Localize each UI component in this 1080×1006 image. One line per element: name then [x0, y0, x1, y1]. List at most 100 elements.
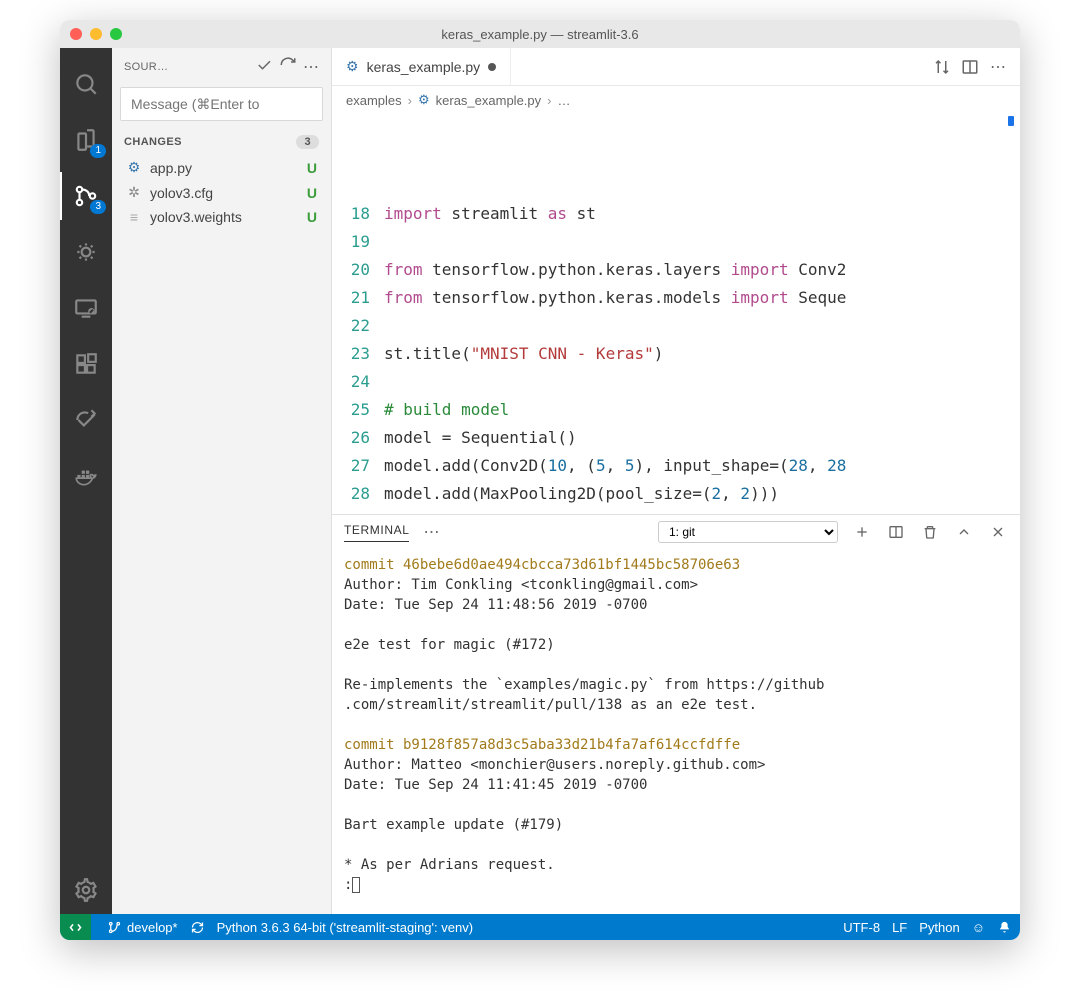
branch-name: develop*	[127, 920, 178, 935]
status-python[interactable]: Python 3.6.3 64-bit ('streamlit-staging'…	[217, 920, 473, 935]
line-number: 18	[332, 200, 384, 228]
code-line[interactable]: 19	[332, 228, 1020, 256]
code-editor[interactable]: 18import streamlit as st1920from tensorf…	[332, 114, 1020, 514]
activity-remote[interactable]	[60, 284, 112, 332]
activity-settings[interactable]	[60, 866, 112, 914]
file-status: U	[307, 209, 317, 225]
close-panel-icon[interactable]	[988, 522, 1008, 542]
status-encoding[interactable]: UTF-8	[843, 920, 880, 935]
vscode-window: keras_example.py — streamlit-3.6 1 3	[60, 20, 1020, 940]
code-line[interactable]: 20from tensorflow.python.keras.layers im…	[332, 256, 1020, 284]
compare-changes-icon[interactable]	[928, 53, 956, 81]
file-name: yolov3.cfg	[150, 185, 299, 201]
new-terminal-icon[interactable]	[852, 522, 872, 542]
breadcrumb-seg[interactable]: keras_example.py	[436, 93, 542, 108]
line-number: 20	[332, 256, 384, 284]
code-line[interactable]: 22	[332, 312, 1020, 340]
code-line[interactable]: 21from tensorflow.python.keras.models im…	[332, 284, 1020, 312]
status-eol[interactable]: LF	[892, 920, 907, 935]
tab-keras-example[interactable]: ⚙ keras_example.py	[332, 48, 511, 85]
activity-docker[interactable]	[60, 452, 112, 500]
editor-group: ⚙ keras_example.py ⋯ examples › ⚙ keras_…	[332, 48, 1020, 914]
line-number: 27	[332, 452, 384, 480]
more-icon[interactable]: ⋯	[303, 57, 319, 77]
file-status: U	[307, 160, 317, 176]
terminal-line: .com/streamlit/streamlit/pull/138 as an …	[344, 695, 1008, 715]
code-line[interactable]: 24	[332, 368, 1020, 396]
line-number: 22	[332, 312, 384, 340]
changes-label: CHANGES	[124, 136, 182, 148]
code-line[interactable]: 18import streamlit as st	[332, 200, 1020, 228]
code-line[interactable]: 25# build model	[332, 396, 1020, 424]
split-editor-icon[interactable]	[956, 53, 984, 81]
chevron-right-icon: ›	[408, 93, 412, 108]
commit-message-input[interactable]	[120, 87, 323, 121]
activity-search[interactable]	[60, 60, 112, 108]
line-number: 25	[332, 396, 384, 424]
status-remote[interactable]	[60, 914, 91, 940]
editor-tabs: ⚙ keras_example.py ⋯	[332, 48, 1020, 86]
activity-explorer[interactable]: 1	[60, 116, 112, 164]
changes-section-header[interactable]: CHANGES 3	[112, 129, 331, 155]
terminal-select[interactable]: 1: git	[658, 521, 838, 543]
line-number: 29	[332, 508, 384, 514]
kill-terminal-icon[interactable]	[920, 522, 940, 542]
activity-debug[interactable]	[60, 228, 112, 276]
terminal-line	[344, 615, 1008, 635]
status-branch[interactable]: develop*	[107, 920, 178, 935]
line-number: 21	[332, 284, 384, 312]
cursor-icon	[352, 877, 360, 893]
sidebar-header: SOUR… ⋯	[112, 48, 331, 83]
breadcrumb-seg[interactable]: …	[557, 93, 570, 108]
panel-more-icon[interactable]: ⋯	[423, 522, 439, 542]
minimap-indicator[interactable]	[1008, 116, 1014, 126]
terminal-line: Date: Tue Sep 24 11:48:56 2019 -0700	[344, 595, 1008, 615]
maximize-panel-icon[interactable]	[954, 522, 974, 542]
terminal-line: Author: Matteo <monchier@users.noreply.g…	[344, 755, 1008, 775]
code-line[interactable]: 27model.add(Conv2D(10, (5, 5), input_sha…	[332, 452, 1020, 480]
sidebar-title: SOUR…	[124, 61, 249, 73]
editor-more-icon[interactable]: ⋯	[984, 53, 1012, 81]
activity-extensions[interactable]	[60, 340, 112, 388]
status-sync[interactable]	[190, 920, 205, 935]
activity-scm[interactable]: 3	[60, 172, 112, 220]
changed-file[interactable]: ⚙app.pyU	[112, 155, 331, 180]
explorer-badge: 1	[90, 144, 106, 158]
terminal[interactable]: commit 46bebe6d0ae494cbcca73d61bf1445bc5…	[332, 549, 1020, 914]
changed-file[interactable]: ✲yolov3.cfgU	[112, 180, 331, 205]
split-terminal-icon[interactable]	[886, 522, 906, 542]
terminal-line	[344, 715, 1008, 735]
refresh-icon[interactable]	[279, 56, 297, 77]
code-line[interactable]: 23st.title("MNIST CNN - Keras")	[332, 340, 1020, 368]
status-language[interactable]: Python	[919, 920, 959, 935]
activity-bar: 1 3	[60, 48, 112, 914]
terminal-line: e2e test for magic (#172)	[344, 635, 1008, 655]
terminal-line: commit 46bebe6d0ae494cbcca73d61bf1445bc5…	[344, 555, 1008, 575]
scm-badge: 3	[90, 200, 106, 214]
breadcrumb-seg[interactable]: examples	[346, 93, 402, 108]
code-line[interactable]: 29model.add(Flatten())	[332, 508, 1020, 514]
breadcrumb[interactable]: examples › ⚙ keras_example.py › …	[332, 86, 1020, 114]
status-bell-icon[interactable]	[997, 920, 1012, 935]
line-number: 26	[332, 424, 384, 452]
changes-count: 3	[296, 135, 319, 149]
line-number: 28	[332, 480, 384, 508]
code-line[interactable]: 26model = Sequential()	[332, 424, 1020, 452]
activity-liveshare[interactable]	[60, 396, 112, 444]
terminal-line: * As per Adrians request.	[344, 855, 1008, 875]
terminal-line: Bart example update (#179)	[344, 815, 1008, 835]
chevron-right-icon: ›	[547, 93, 551, 108]
titlebar: keras_example.py — streamlit-3.6	[60, 20, 1020, 48]
window-title: keras_example.py — streamlit-3.6	[60, 27, 1020, 42]
code-line[interactable]: 28model.add(MaxPooling2D(pool_size=(2, 2…	[332, 480, 1020, 508]
panel-tab-terminal[interactable]: TERMINAL	[344, 523, 409, 542]
commit-check-icon[interactable]	[255, 56, 273, 77]
panel: TERMINAL ⋯ 1: git commit 46bebe6d0ae494c…	[332, 514, 1020, 914]
terminal-line: Re-implements the `examples/magic.py` fr…	[344, 675, 1008, 695]
terminal-line	[344, 795, 1008, 815]
terminal-prompt[interactable]: :	[344, 875, 1008, 895]
status-feedback-icon[interactable]: ☺	[972, 920, 985, 935]
python-file-icon: ⚙	[418, 92, 430, 108]
terminal-line: commit b9128f857a8d3c5aba33d21b4fa7af614…	[344, 735, 1008, 755]
changed-file[interactable]: ≡yolov3.weightsU	[112, 205, 331, 229]
